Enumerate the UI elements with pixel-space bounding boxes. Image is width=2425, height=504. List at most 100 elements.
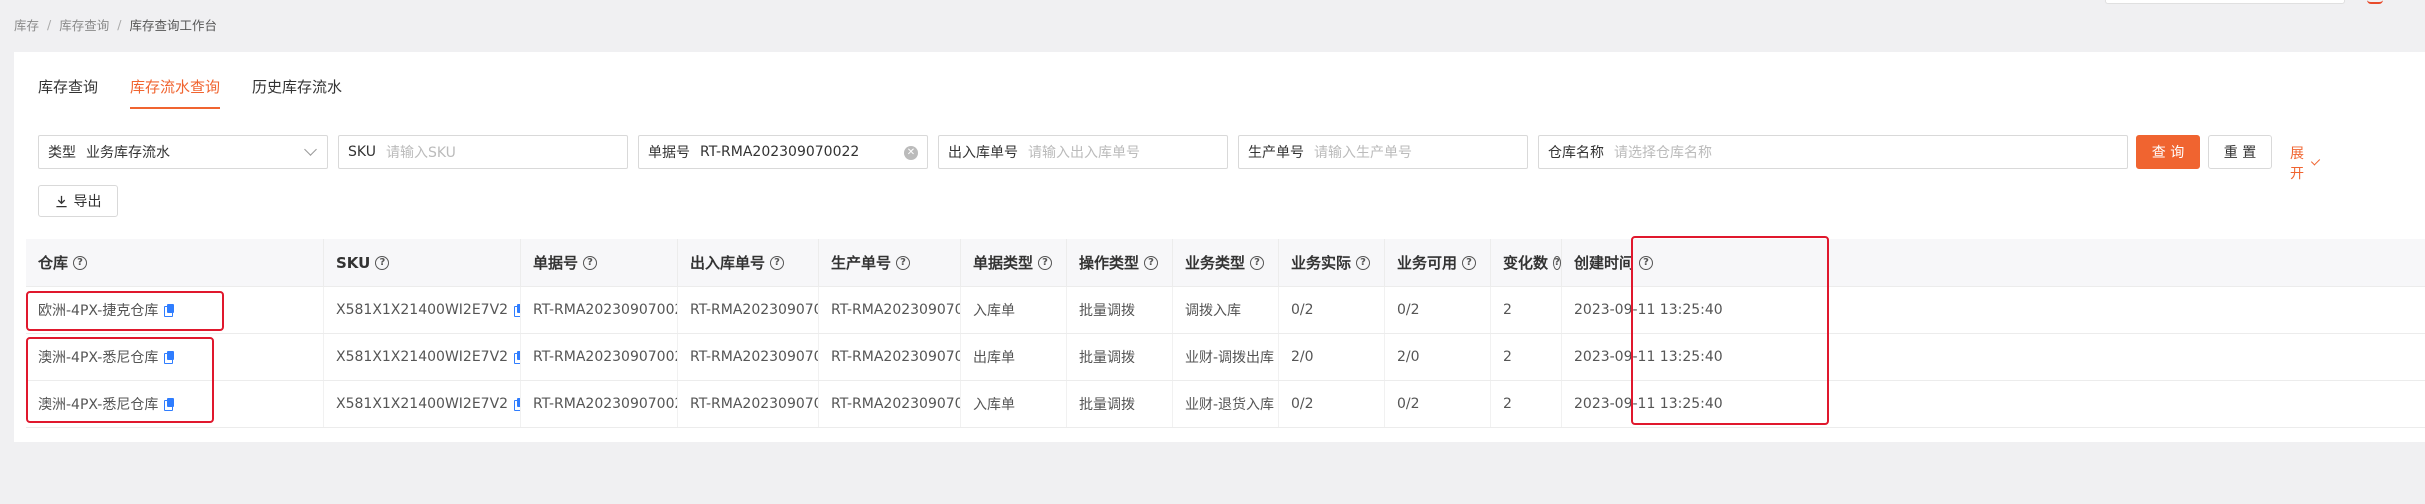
doc-no-label: 单据号 (648, 145, 690, 161)
column-header-sku: SKU? (323, 239, 520, 286)
table-row: 欧洲-4PX-捷克仓库 X581X1X21400WI2E7V2 RT-RMA2023… (26, 287, 2425, 334)
cell-warehouse: 澳洲-4PX-悉尼仓库 (26, 381, 323, 427)
type-label: 类型 (48, 145, 76, 161)
cell-value: RT-RMA202309070022 (831, 396, 960, 412)
copy-icon[interactable] (164, 398, 175, 411)
expand-toggle[interactable]: 展开 (2290, 143, 2321, 183)
column-header-change-count: 变化数? (1490, 239, 1561, 286)
help-icon[interactable]: ? (1639, 255, 1654, 270)
cell-created-time: 2023-09-11 13:25:40 (1561, 334, 2425, 380)
query-button[interactable]: 查 询 (2136, 135, 2200, 169)
cell-io-no: RT-RMA202309070022... (677, 334, 818, 380)
cell-value: 0/2 (1291, 302, 1314, 318)
sku-input[interactable]: SKU 请输入SKU (338, 135, 628, 169)
cell-value: 2 (1503, 302, 1512, 318)
warehouse-label: 仓库名称 (1548, 145, 1604, 161)
cell-prod-no: RT-RMA202309070022 (818, 381, 960, 427)
cell-value: RT-RMA202309070022... (690, 349, 818, 365)
help-icon[interactable]: ? (583, 255, 598, 270)
cell-value: 业财-退货入库 (1185, 397, 1275, 413)
cell-value: 出库单 (973, 350, 1015, 366)
cell-warehouse: 澳洲-4PX-悉尼仓库 (26, 334, 323, 380)
doc-no-value: RT-RMA202309070022 (700, 144, 860, 160)
cell-biz-type: 业财-退货入库 (1172, 381, 1278, 427)
tab-history-flow[interactable]: 历史库存流水 (252, 76, 342, 109)
cell-value: 2023-09-11 13:25:40 (1574, 302, 1723, 318)
cell-warehouse: 欧洲-4PX-捷克仓库 (26, 287, 323, 333)
column-header-io-no: 出入库单号? (677, 239, 818, 286)
export-button[interactable]: 导出 (38, 185, 118, 217)
chevron-down-icon (2310, 156, 2321, 166)
breadcrumb-item-inventory-query[interactable]: 库存查询 (59, 15, 109, 34)
breadcrumb-item-inventory[interactable]: 库存 (14, 15, 39, 34)
column-header-label: 操作类型 (1079, 254, 1140, 272)
cell-biz-type: 调拨入库 (1172, 287, 1278, 333)
column-header-label: 业务实际 (1291, 254, 1352, 272)
cell-op-type: 批量调拨 (1066, 287, 1172, 333)
table-row: 澳洲-4PX-悉尼仓库 X581X1X21400WI2E7V2 RT-RMA2023… (26, 381, 2425, 428)
tab-inventory-flow-query[interactable]: 库存流水查询 (130, 76, 221, 109)
column-header-label: 单据类型 (973, 254, 1034, 272)
cell-value: X581X1X21400WI2E7V2 (336, 302, 509, 318)
cell-op-type: 批量调拨 (1066, 334, 1172, 380)
cell-op-type: 批量调拨 (1066, 381, 1172, 427)
cell-prod-no: RT-RMA202309070022 (818, 287, 960, 333)
io-no-input[interactable]: 出入库单号 请输入出入库单号 (938, 135, 1228, 169)
export-label: 导出 (73, 194, 102, 210)
breadcrumb-separator: / (117, 17, 122, 32)
cell-io-no: RT-RMA202309070022... (677, 381, 818, 427)
column-header-biz-type: 业务类型? (1172, 239, 1278, 286)
column-header-prod-no: 生产单号? (818, 239, 960, 286)
help-icon[interactable]: ? (1038, 255, 1053, 270)
cell-value: 澳洲-4PX-悉尼仓库 (38, 350, 159, 366)
column-header-label: 业务可用 (1397, 254, 1458, 272)
cell-value: 0/2 (1291, 396, 1314, 412)
copy-icon[interactable] (164, 304, 175, 317)
help-icon[interactable]: ? (375, 255, 390, 270)
help-icon[interactable]: ? (1144, 255, 1159, 270)
io-no-placeholder: 请输入出入库单号 (1028, 145, 1140, 161)
cell-doc-type: 入库单 (960, 287, 1066, 333)
cell-value: 2023-09-11 13:25:40 (1574, 396, 1723, 412)
cell-value: 入库单 (973, 303, 1015, 319)
prod-no-placeholder: 请输入生产单号 (1314, 145, 1412, 161)
reset-button[interactable]: 重 置 (2208, 135, 2272, 169)
cell-value: 澳洲-4PX-悉尼仓库 (38, 397, 159, 413)
help-icon[interactable]: ? (1250, 255, 1265, 270)
help-icon[interactable]: ? (73, 255, 88, 270)
help-icon[interactable]: ? (1553, 255, 1561, 270)
top-right-control-edge[interactable] (2105, 0, 2345, 4)
prod-no-input[interactable]: 生产单号 请输入生产单号 (1238, 135, 1528, 169)
cell-doc-type: 出库单 (960, 334, 1066, 380)
clear-icon[interactable]: ✕ (904, 146, 918, 160)
io-no-label: 出入库单号 (948, 145, 1018, 161)
table-row: 澳洲-4PX-悉尼仓库 X581X1X21400WI2E7V2 RT-RMA2023… (26, 334, 2425, 381)
help-icon[interactable]: ? (1356, 255, 1371, 270)
cell-biz-actual: 0/2 (1278, 287, 1384, 333)
help-icon[interactable]: ? (770, 255, 785, 270)
help-icon[interactable]: ? (896, 255, 911, 270)
copy-icon[interactable] (164, 351, 175, 364)
tab-bar: 库存查询 库存流水查询 历史库存流水 (38, 76, 374, 109)
cell-doc-type: 入库单 (960, 381, 1066, 427)
cell-io-no: RT-RMA202309070022... (677, 287, 818, 333)
help-icon[interactable]: ? (1462, 255, 1477, 270)
tab-inventory-query[interactable]: 库存查询 (38, 76, 98, 109)
cell-change-count: 2 (1490, 381, 1561, 427)
column-header-warehouse: 仓库? (26, 239, 323, 286)
cell-value: 调拨入库 (1185, 303, 1241, 319)
type-select[interactable]: 类型 业务库存流水 (38, 135, 328, 169)
cell-value: RT-RMA202309070022 (533, 302, 677, 318)
column-header-biz-actual: 业务实际? (1278, 239, 1384, 286)
column-header-doc-no: 单据号? (520, 239, 677, 286)
cell-created-time: 2023-09-11 13:25:40 (1561, 381, 2425, 427)
cell-value: 批量调拨 (1079, 350, 1135, 366)
doc-no-input[interactable]: 单据号 RT-RMA202309070022 ✕ (638, 135, 928, 169)
chevron-down-icon (304, 143, 317, 156)
warehouse-select[interactable]: 仓库名称 请选择仓库名称 (1538, 135, 2128, 169)
cell-biz-type: 业财-调拨出库 (1172, 334, 1278, 380)
breadcrumb-item-current: 库存查询工作台 (129, 18, 217, 33)
breadcrumb-separator: / (47, 17, 52, 32)
cell-biz-available: 0/2 (1384, 381, 1490, 427)
cell-value: 0/2 (1397, 396, 1420, 412)
